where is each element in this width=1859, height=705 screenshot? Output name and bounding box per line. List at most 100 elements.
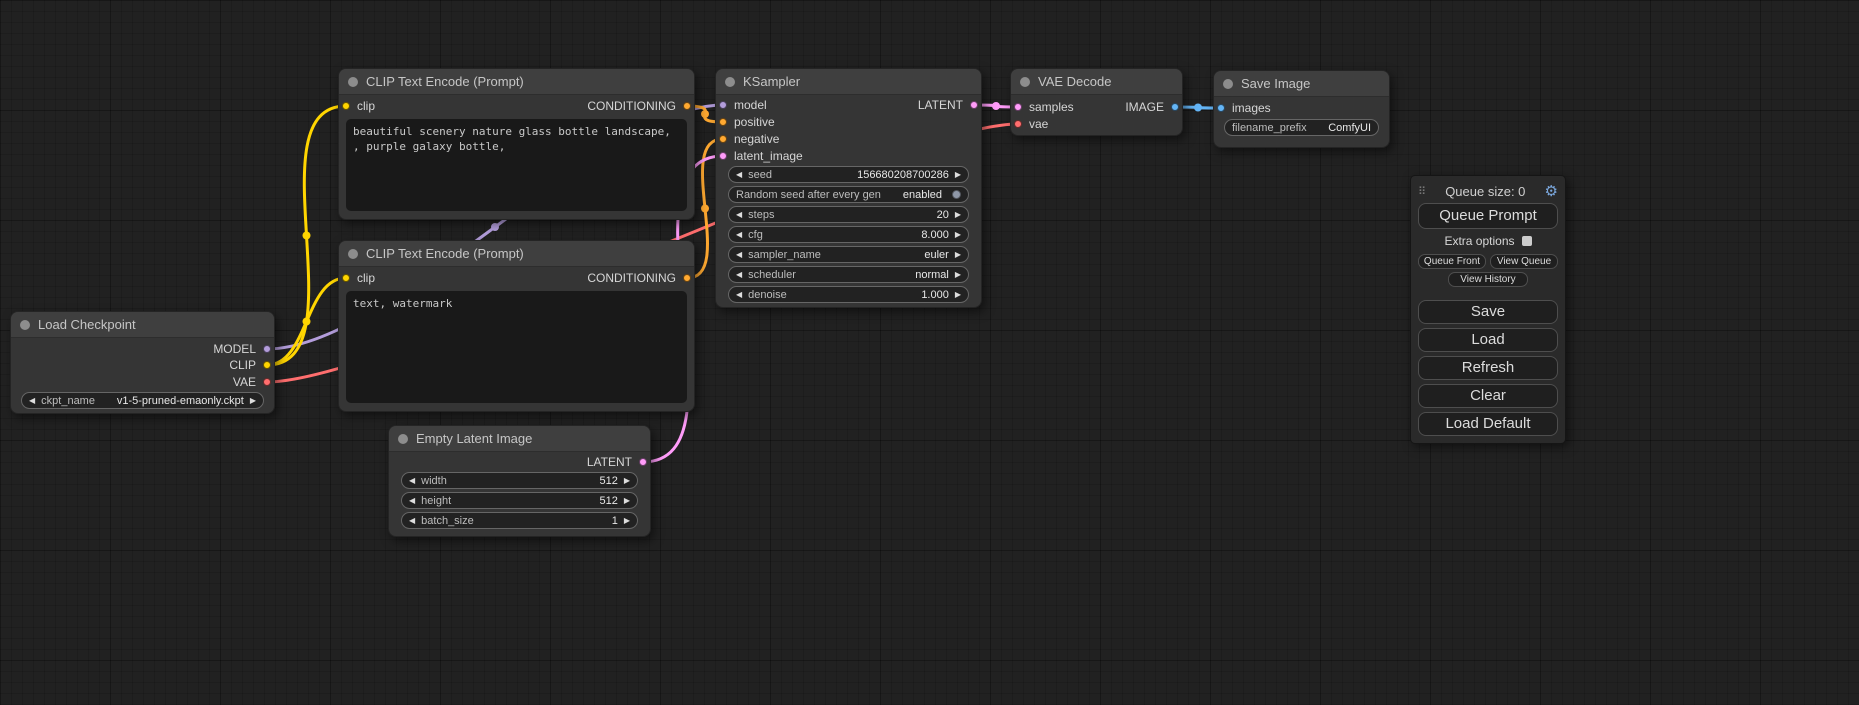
- input-port-clip[interactable]: [342, 274, 350, 282]
- decrement-arrow-icon[interactable]: ◀: [736, 231, 742, 239]
- input-label-negative: negative: [734, 132, 779, 146]
- node-header[interactable]: CLIP Text Encode (Prompt): [339, 241, 694, 267]
- node-clip-text-encode-negative[interactable]: CLIP Text Encode (Prompt) clip CONDITION…: [338, 240, 695, 412]
- increment-arrow-icon[interactable]: ▶: [955, 291, 961, 299]
- output-port-model[interactable]: [263, 345, 271, 353]
- decrement-arrow-icon[interactable]: ◀: [736, 251, 742, 259]
- node-ksampler[interactable]: KSampler model LATENT positive negative …: [715, 68, 982, 308]
- decrement-arrow-icon[interactable]: ◀: [736, 291, 742, 299]
- output-port-latent[interactable]: [639, 458, 647, 466]
- extra-options-checkbox[interactable]: [1522, 236, 1532, 246]
- increment-arrow-icon[interactable]: ▶: [624, 477, 630, 485]
- view-history-button[interactable]: View History: [1448, 272, 1528, 287]
- widget-scheduler[interactable]: ◀ scheduler normal ▶: [728, 266, 969, 283]
- widget-batch-size[interactable]: ◀ batch_size 1 ▶: [401, 512, 638, 529]
- increment-arrow-icon[interactable]: ▶: [955, 211, 961, 219]
- link-midpoint-dot: [701, 205, 709, 213]
- widget-height[interactable]: ◀ height 512 ▶: [401, 492, 638, 509]
- input-port-vae[interactable]: [1014, 120, 1022, 128]
- node-header[interactable]: Empty Latent Image: [389, 426, 650, 452]
- node-header[interactable]: Load Checkpoint: [11, 312, 274, 338]
- widget-denoise[interactable]: ◀ denoise 1.000 ▶: [728, 286, 969, 303]
- clear-button[interactable]: Clear: [1418, 384, 1558, 408]
- refresh-button[interactable]: Refresh: [1418, 356, 1558, 380]
- queue-prompt-button[interactable]: Queue Prompt: [1418, 203, 1558, 229]
- output-port-image[interactable]: [1171, 103, 1179, 111]
- node-graph-canvas[interactable]: Load Checkpoint MODEL CLIP VAE ◀ ckpt_na…: [0, 0, 1859, 705]
- input-port-model[interactable]: [719, 101, 727, 109]
- node-save-image[interactable]: Save Image images filename_prefix ComfyU…: [1213, 70, 1390, 148]
- load-default-button[interactable]: Load Default: [1418, 412, 1558, 436]
- output-port-latent[interactable]: [970, 101, 978, 109]
- output-label-latent: LATENT: [587, 455, 632, 469]
- output-port-vae[interactable]: [263, 378, 271, 386]
- increment-arrow-icon[interactable]: ▶: [250, 397, 256, 405]
- widget-value: 156680208700286: [857, 169, 949, 181]
- decrement-arrow-icon[interactable]: ◀: [409, 517, 415, 525]
- view-queue-button[interactable]: View Queue: [1490, 254, 1558, 269]
- widget-filename-prefix[interactable]: filename_prefix ComfyUI: [1224, 119, 1379, 136]
- decrement-arrow-icon[interactable]: ◀: [409, 497, 415, 505]
- collapse-dot[interactable]: [1020, 77, 1030, 87]
- widget-sampler-name[interactable]: ◀ sampler_name euler ▶: [728, 246, 969, 263]
- increment-arrow-icon[interactable]: ▶: [955, 231, 961, 239]
- input-port-latent-image[interactable]: [719, 152, 727, 160]
- output-port-conditioning[interactable]: [683, 274, 691, 282]
- load-button[interactable]: Load: [1418, 328, 1558, 352]
- node-header[interactable]: KSampler: [716, 69, 981, 95]
- prompt-textarea[interactable]: text, watermark: [346, 291, 687, 403]
- widget-cfg[interactable]: ◀ cfg 8.000 ▶: [728, 226, 969, 243]
- widget-random-seed-toggle[interactable]: Random seed after every gen enabled: [728, 186, 969, 203]
- queue-front-button[interactable]: Queue Front: [1418, 254, 1486, 269]
- collapse-dot[interactable]: [725, 77, 735, 87]
- link-midpoint-dot: [992, 102, 1000, 110]
- increment-arrow-icon[interactable]: ▶: [955, 271, 961, 279]
- node-clip-text-encode-positive[interactable]: CLIP Text Encode (Prompt) clip CONDITION…: [338, 68, 695, 220]
- port-row: MODEL: [11, 341, 274, 357]
- output-port-clip[interactable]: [263, 361, 271, 369]
- toggle-indicator[interactable]: [952, 190, 961, 199]
- input-port-clip[interactable]: [342, 102, 350, 110]
- node-header[interactable]: CLIP Text Encode (Prompt): [339, 69, 694, 95]
- widget-steps[interactable]: ◀ steps 20 ▶: [728, 206, 969, 223]
- collapse-dot[interactable]: [348, 249, 358, 259]
- node-vae-decode[interactable]: VAE Decode samples IMAGE vae: [1010, 68, 1183, 136]
- increment-arrow-icon[interactable]: ▶: [624, 497, 630, 505]
- input-port-positive[interactable]: [719, 118, 727, 126]
- output-label-vae: VAE: [233, 375, 256, 389]
- increment-arrow-icon[interactable]: ▶: [624, 517, 630, 525]
- node-title: Empty Latent Image: [416, 431, 532, 446]
- decrement-arrow-icon[interactable]: ◀: [736, 211, 742, 219]
- widget-value: ComfyUI: [1328, 122, 1371, 134]
- decrement-arrow-icon[interactable]: ◀: [409, 477, 415, 485]
- widget-label: cfg: [748, 229, 763, 241]
- node-header[interactable]: VAE Decode: [1011, 69, 1182, 95]
- node-load-checkpoint[interactable]: Load Checkpoint MODEL CLIP VAE ◀ ckpt_na…: [10, 311, 275, 414]
- node-title: Save Image: [1241, 76, 1310, 91]
- drag-handle-icon[interactable]: ⠿: [1418, 185, 1426, 198]
- widget-width[interactable]: ◀ width 512 ▶: [401, 472, 638, 489]
- prompt-textarea[interactable]: beautiful scenery nature glass bottle la…: [346, 119, 687, 211]
- collapse-dot[interactable]: [20, 320, 30, 330]
- widget-seed[interactable]: ◀ seed 156680208700286 ▶: [728, 166, 969, 183]
- increment-arrow-icon[interactable]: ▶: [955, 251, 961, 259]
- port-row: vae: [1011, 116, 1182, 132]
- gear-icon[interactable]: ⚙: [1545, 182, 1558, 200]
- output-label-image: IMAGE: [1125, 100, 1164, 114]
- port-row: latent_image: [716, 148, 981, 164]
- widget-ckpt-name[interactable]: ◀ ckpt_name v1-5-pruned-emaonly.ckpt ▶: [21, 392, 264, 409]
- node-header[interactable]: Save Image: [1214, 71, 1389, 97]
- collapse-dot[interactable]: [1223, 79, 1233, 89]
- collapse-dot[interactable]: [348, 77, 358, 87]
- output-port-conditioning[interactable]: [683, 102, 691, 110]
- input-port-samples[interactable]: [1014, 103, 1022, 111]
- collapse-dot[interactable]: [398, 434, 408, 444]
- save-button[interactable]: Save: [1418, 300, 1558, 324]
- decrement-arrow-icon[interactable]: ◀: [736, 171, 742, 179]
- node-empty-latent-image[interactable]: Empty Latent Image LATENT ◀ width 512 ▶ …: [388, 425, 651, 537]
- decrement-arrow-icon[interactable]: ◀: [29, 397, 35, 405]
- decrement-arrow-icon[interactable]: ◀: [736, 271, 742, 279]
- input-port-images[interactable]: [1217, 104, 1225, 112]
- input-port-negative[interactable]: [719, 135, 727, 143]
- increment-arrow-icon[interactable]: ▶: [955, 171, 961, 179]
